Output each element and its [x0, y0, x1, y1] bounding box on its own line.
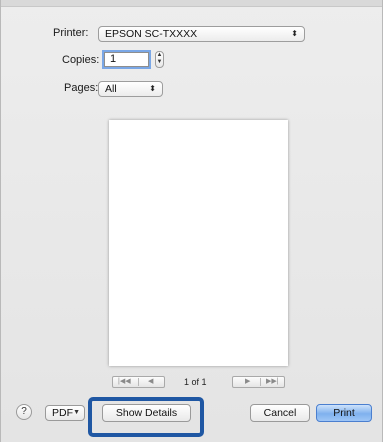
- select-arrows-icon: ⬍: [291, 29, 298, 38]
- dialog-top-edge: [1, 0, 382, 7]
- print-dialog: Printer: EPSON SC-TXXXX ⬍ Copies: 1 ▲ ▼ …: [0, 0, 383, 442]
- stepper-down-icon[interactable]: ▼: [157, 59, 163, 65]
- preview-back-controls: |◀◀ ◀: [112, 376, 165, 388]
- printer-select-value: EPSON SC-TXXXX: [105, 28, 198, 40]
- pdf-menu-button[interactable]: PDF ▼: [45, 405, 85, 421]
- copies-value: 1: [110, 53, 117, 65]
- chevron-down-icon: ▼: [73, 409, 80, 416]
- copies-stepper[interactable]: ▲ ▼: [155, 51, 164, 68]
- show-details-highlight-frame: [88, 397, 204, 437]
- last-page-icon[interactable]: ▶▶|: [266, 377, 279, 387]
- page-indicator: 1 of 1: [184, 377, 207, 387]
- pages-label: Pages:: [64, 82, 99, 94]
- page-preview: [109, 120, 288, 366]
- pages-select-value: All: [105, 83, 117, 95]
- print-button[interactable]: Print: [316, 404, 372, 422]
- pages-select[interactable]: All ⬍: [98, 81, 163, 97]
- select-arrows-icon: ⬍: [149, 84, 156, 93]
- cancel-button[interactable]: Cancel: [250, 404, 310, 422]
- pdf-label: PDF: [52, 407, 73, 419]
- printer-select[interactable]: EPSON SC-TXXXX ⬍: [98, 26, 305, 42]
- next-page-icon[interactable]: ▶: [245, 377, 250, 387]
- previous-page-icon[interactable]: ◀: [148, 377, 153, 387]
- copies-input[interactable]: 1: [104, 52, 149, 67]
- first-page-icon[interactable]: |◀◀: [118, 377, 131, 387]
- cancel-label: Cancel: [263, 407, 297, 419]
- print-label: Print: [333, 407, 355, 419]
- printer-label: Printer:: [53, 27, 89, 39]
- preview-forward-controls: ▶ ▶▶|: [232, 376, 285, 388]
- stepper-up-icon[interactable]: ▲: [157, 52, 163, 58]
- copies-label: Copies:: [62, 54, 100, 66]
- help-icon: ?: [21, 406, 27, 417]
- help-button[interactable]: ?: [16, 404, 32, 420]
